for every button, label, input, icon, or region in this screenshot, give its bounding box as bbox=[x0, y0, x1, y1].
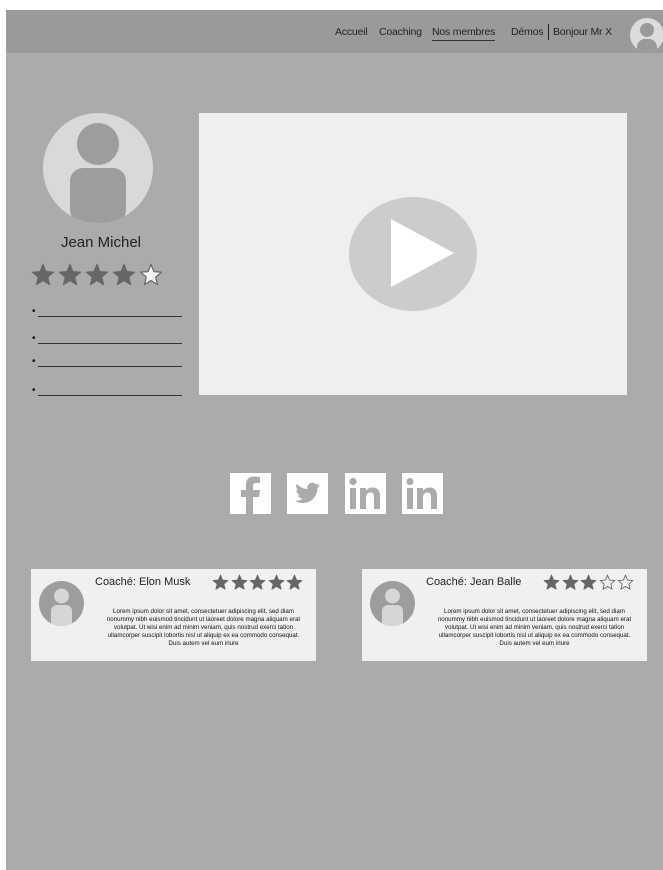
star-filled-icon bbox=[231, 574, 248, 591]
nav-nos-membres[interactable]: Nos membres bbox=[432, 26, 495, 41]
star-empty-icon bbox=[139, 263, 163, 287]
star-empty-icon bbox=[617, 574, 634, 591]
video-player[interactable] bbox=[199, 113, 627, 395]
facebook-icon[interactable] bbox=[230, 473, 271, 514]
star-filled-icon bbox=[212, 574, 229, 591]
info-bullet-2: • bbox=[32, 330, 182, 344]
review-author: Coaché: Jean Balle bbox=[426, 576, 522, 588]
info-bullet-4: • bbox=[32, 382, 182, 396]
star-filled-icon bbox=[580, 574, 597, 591]
profile-rating bbox=[31, 263, 166, 287]
star-filled-icon bbox=[562, 574, 579, 591]
twitter-icon[interactable] bbox=[287, 473, 328, 514]
play-icon[interactable] bbox=[349, 197, 477, 311]
star-filled-icon bbox=[249, 574, 266, 591]
star-empty-icon bbox=[599, 574, 616, 591]
top-navbar: Accueil Coaching Nos membres Démos Bonjo… bbox=[6, 10, 663, 53]
review-card: Coaché: Elon Musk Lorem ipsum dolor sit … bbox=[31, 569, 316, 661]
profile-avatar-icon bbox=[43, 113, 153, 223]
review-text: Lorem ipsum dolor sit amet, consectetuer… bbox=[437, 608, 632, 647]
star-filled-icon bbox=[543, 574, 560, 591]
review-rating bbox=[212, 574, 305, 591]
user-avatar-icon[interactable] bbox=[630, 18, 663, 52]
star-filled-icon bbox=[286, 574, 303, 591]
nav-greeting[interactable]: Bonjour Mr X bbox=[553, 26, 612, 38]
linkedin-icon[interactable] bbox=[345, 473, 386, 514]
star-filled-icon bbox=[112, 263, 136, 287]
nav-accueil[interactable]: Accueil bbox=[335, 26, 368, 38]
review-text: Lorem ipsum dolor sit amet, consectetuer… bbox=[106, 608, 301, 647]
star-filled-icon bbox=[31, 263, 55, 287]
profile-name: Jean Michel bbox=[60, 234, 142, 251]
review-rating bbox=[543, 574, 636, 591]
reviewer-avatar-icon bbox=[39, 581, 84, 626]
reviewer-avatar-icon bbox=[370, 581, 415, 626]
review-author: Coaché: Elon Musk bbox=[95, 576, 191, 588]
star-filled-icon bbox=[85, 263, 109, 287]
star-filled-icon bbox=[268, 574, 285, 591]
star-filled-icon bbox=[58, 263, 82, 287]
page-canvas: Accueil Coaching Nos membres Démos Bonjo… bbox=[6, 10, 663, 870]
review-card: Coaché: Jean Balle Lorem ipsum dolor sit… bbox=[362, 569, 647, 661]
nav-coaching[interactable]: Coaching bbox=[379, 26, 422, 38]
nav-separator bbox=[548, 24, 549, 40]
linkedin-icon[interactable] bbox=[402, 473, 443, 514]
info-bullet-3: • bbox=[32, 353, 182, 367]
info-bullet-1: • bbox=[32, 303, 182, 317]
nav-demos[interactable]: Démos bbox=[511, 26, 543, 38]
